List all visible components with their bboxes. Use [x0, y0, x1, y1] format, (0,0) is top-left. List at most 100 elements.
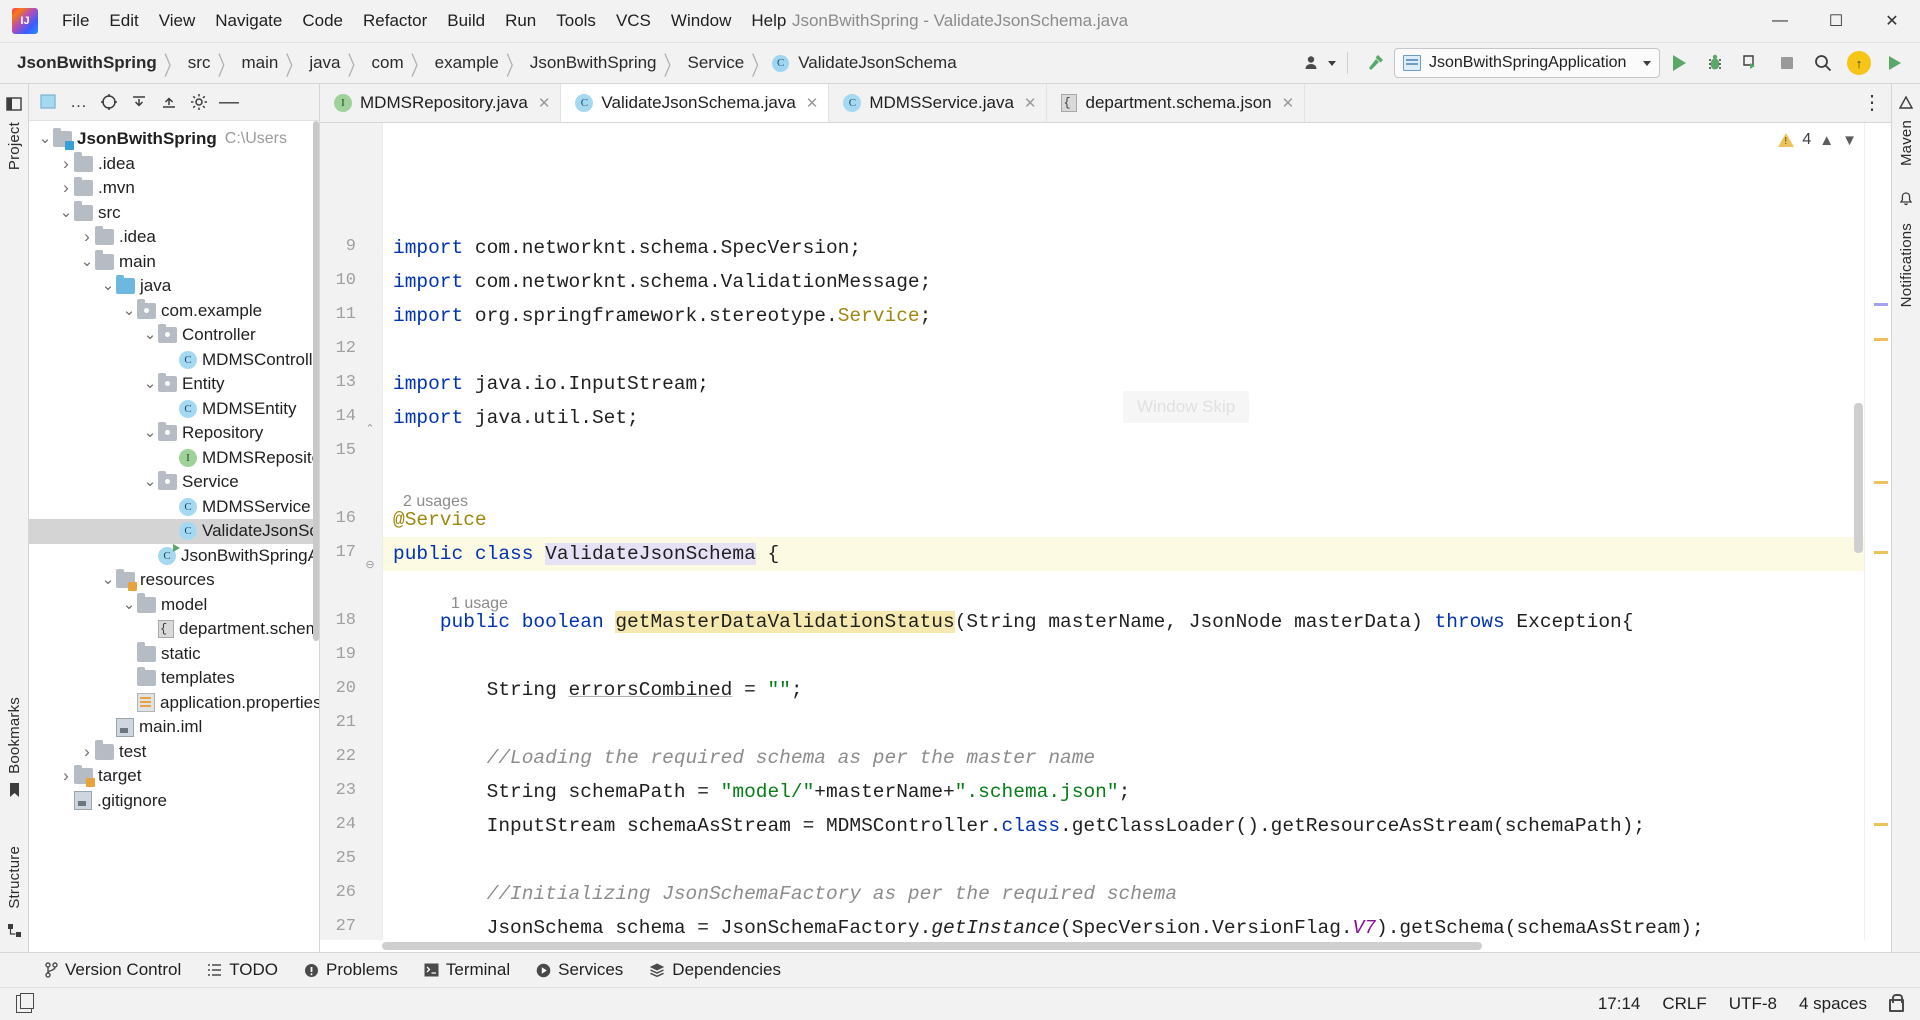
menu-item-code[interactable]: Code [292, 7, 353, 35]
menu-item-window[interactable]: Window [661, 7, 741, 35]
chevron-down-icon[interactable]: ⌄ [121, 601, 137, 609]
tree-node-controller[interactable]: ⌄Controller [29, 323, 319, 348]
expand-all-icon[interactable] [155, 88, 183, 116]
close-button[interactable]: ✕ [1864, 0, 1920, 42]
code-line-10[interactable]: import com.networknt.schema.ValidationMe… [393, 265, 931, 299]
breadcrumb-item-src[interactable]: src [185, 51, 214, 75]
maven-tool-label[interactable]: Maven [1898, 120, 1915, 166]
tree-node-src[interactable]: ⌄src [29, 201, 319, 226]
tree-node-java[interactable]: ⌄java [29, 274, 319, 299]
menu-item-tools[interactable]: Tools [546, 7, 606, 35]
tool-window-dependencies[interactable]: Dependencies [649, 960, 781, 980]
bell-icon[interactable] [1899, 192, 1913, 211]
close-tab-icon[interactable]: ✕ [538, 94, 551, 112]
tool-window-problems[interactable]: Problems [304, 960, 398, 980]
menu-item-build[interactable]: Build [437, 7, 495, 35]
menu-item-edit[interactable]: Edit [99, 7, 148, 35]
tree-node-templates[interactable]: templates [29, 666, 319, 691]
tree-node-department-schema-json[interactable]: department.schema.json [29, 617, 319, 642]
layout-icon[interactable] [16, 995, 32, 1013]
stop-button[interactable] [1770, 46, 1804, 80]
editor-tab-mdmsrepository-java[interactable]: IMDMSRepository.java✕ [320, 84, 561, 122]
chevron-down-icon[interactable]: ⌄ [37, 135, 53, 143]
breadcrumb-item-main[interactable]: main [238, 51, 281, 75]
close-tab-icon[interactable]: ✕ [1282, 94, 1295, 112]
services-play-icon[interactable] [1878, 46, 1912, 80]
tree-node-jsonbwithspringapplication[interactable]: CJsonBwithSpringApplication [29, 544, 319, 569]
maven-icon[interactable] [1899, 96, 1913, 114]
breadcrumb-item-example[interactable]: example [432, 51, 502, 75]
collapse-all-icon[interactable] [125, 88, 153, 116]
menu-item-help[interactable]: Help [741, 7, 796, 35]
chevron-up-icon[interactable]: ▲ [1819, 132, 1834, 149]
code-folding-marker[interactable]: ⌃ [364, 423, 376, 435]
account-icon[interactable] [1303, 46, 1337, 80]
debug-button[interactable] [1698, 46, 1732, 80]
unlocked-icon[interactable] [1889, 999, 1904, 1012]
tree-node-target[interactable]: ›target [29, 764, 319, 789]
chevron-right-icon[interactable]: › [79, 742, 95, 762]
tree-node-test[interactable]: ›test [29, 740, 319, 765]
tree-node-jsonbwithspring[interactable]: ⌄JsonBwithSpringC:\Users [29, 127, 319, 152]
menu-item-vcs[interactable]: VCS [606, 7, 661, 35]
tree-node-application-properties[interactable]: application.properties [29, 691, 319, 716]
bookmark-icon[interactable] [8, 782, 21, 802]
code-line-26[interactable]: //Initializing JsonSchemaFactory as per … [393, 877, 1177, 911]
code-content[interactable]: Window Skip import com.networknt.schema.… [383, 123, 1864, 940]
tree-node-main[interactable]: ⌄main [29, 250, 319, 275]
project-view-selector-icon[interactable] [35, 88, 63, 116]
editor-tab-validatejsonschema-java[interactable]: CValidateJsonSchema.java✕ [561, 84, 829, 122]
chevron-right-icon[interactable]: › [58, 154, 74, 174]
editor-gutter[interactable]: 9101112131415161718192021222324252627282… [320, 123, 383, 940]
tree-node--gitignore[interactable]: .gitignore [29, 789, 319, 814]
breadcrumb-item-com[interactable]: com [369, 51, 407, 75]
structure-icon[interactable] [7, 923, 22, 942]
chevron-down-icon[interactable]: ⌄ [100, 576, 116, 584]
close-tab-icon[interactable]: ✕ [1024, 94, 1037, 112]
tool-window-todo[interactable]: TODO [207, 960, 278, 980]
tree-node-entity[interactable]: ⌄Entity [29, 372, 319, 397]
structure-tool-label[interactable]: Structure [6, 846, 23, 909]
code-line-14[interactable]: import java.util.Set; [393, 401, 639, 435]
update-available-badge[interactable]: ↑ [1842, 46, 1876, 80]
code-line-13[interactable]: import java.io.InputStream; [393, 367, 709, 401]
tree-node-com-example[interactable]: ⌄com.example [29, 299, 319, 324]
code-line-22[interactable]: //Loading the required schema as per the… [393, 741, 1095, 775]
chevron-down-icon[interactable]: ⌄ [58, 209, 74, 217]
minimize-button[interactable]: — [1752, 0, 1808, 42]
chevron-right-icon[interactable]: › [79, 227, 95, 247]
build-hammer-icon[interactable] [1358, 46, 1392, 80]
indent-widget[interactable]: 4 spaces [1799, 994, 1867, 1014]
tool-window-version-control[interactable]: Version Control [44, 960, 181, 980]
chevron-down-icon[interactable]: ⌄ [79, 258, 95, 266]
editor-tab-mdmsservice-java[interactable]: CMDMSService.java✕ [829, 84, 1047, 122]
chevron-down-icon[interactable]: ⌄ [142, 478, 158, 486]
project-tree[interactable]: ⌄JsonBwithSpringC:\Users›.idea›.mvn⌄src›… [29, 121, 319, 952]
breadcrumb-item-validatejsonschema[interactable]: CValidateJsonSchema [772, 51, 959, 75]
tree-node-main-iml[interactable]: main.iml [29, 715, 319, 740]
breadcrumb-item-java[interactable]: java [306, 51, 343, 75]
code-line-17[interactable]: public class ValidateJsonSchema { [393, 537, 779, 571]
locate-file-icon[interactable] [95, 88, 123, 116]
menu-item-run[interactable]: Run [495, 7, 546, 35]
menu-item-navigate[interactable]: Navigate [205, 7, 292, 35]
chevron-down-icon[interactable]: ⌄ [100, 282, 116, 290]
chevron-right-icon[interactable]: › [58, 178, 74, 198]
tree-node--mvn[interactable]: ›.mvn [29, 176, 319, 201]
project-tool-icon[interactable] [6, 96, 22, 116]
usage-inlay-hint[interactable]: 1 usage [451, 595, 508, 613]
project-tool-label[interactable]: Project [6, 122, 23, 170]
code-line-9[interactable]: import com.networknt.schema.SpecVersion; [393, 231, 861, 265]
tree-node-resources[interactable]: ⌄resources [29, 568, 319, 593]
code-line-24[interactable]: InputStream schemaAsStream = MDMSControl… [393, 809, 1645, 843]
menu-item-refactor[interactable]: Refactor [353, 7, 437, 35]
run-configuration-selector[interactable]: JsonBwithSpringApplication [1394, 48, 1660, 78]
code-line-23[interactable]: String schemaPath = "model/"+masterName+… [393, 775, 1130, 809]
chevron-down-icon[interactable]: ⌄ [142, 429, 158, 437]
chevron-down-icon[interactable]: ⌄ [121, 307, 137, 315]
editor-inspection-widget[interactable]: 4 ▲ ▼ [1778, 131, 1857, 149]
run-with-coverage-button[interactable] [1734, 46, 1768, 80]
chevron-down-icon[interactable]: ⌄ [142, 331, 158, 339]
encoding-widget[interactable]: UTF-8 [1729, 994, 1777, 1014]
tree-node-repository[interactable]: ⌄Repository [29, 421, 319, 446]
